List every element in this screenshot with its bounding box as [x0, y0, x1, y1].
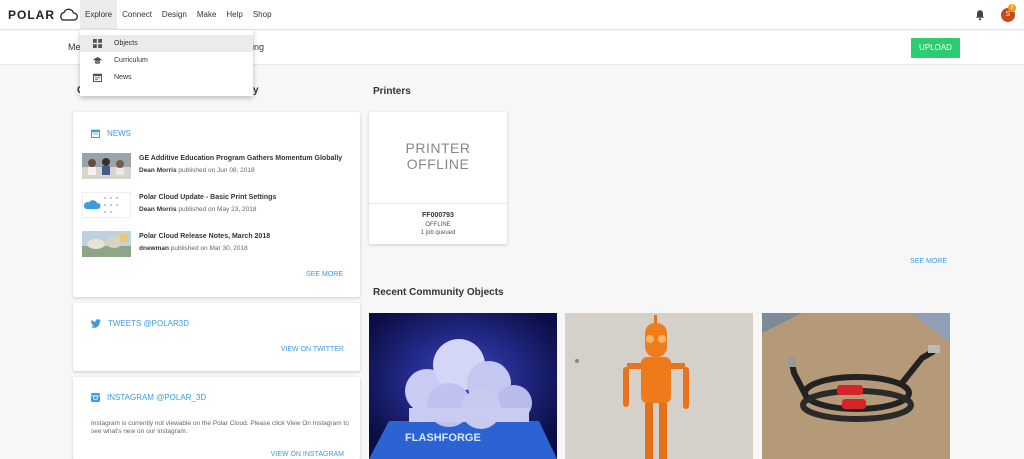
top-navbar: POLAR Explore Connect Design Make Help S… [0, 0, 1024, 30]
calendar-icon [91, 129, 100, 138]
news-date: published on Jun 08, 2018 [176, 167, 255, 174]
printer-preview: PRINTER OFFLINE [369, 112, 507, 204]
news-heading-label: NEWS [107, 129, 131, 138]
explore-dropdown: Objects Curriculum News [80, 30, 253, 96]
upload-button[interactable]: UPLOAD [911, 38, 960, 58]
news-item[interactable]: GE Additive Education Program Gathers Mo… [82, 153, 362, 179]
menu-help[interactable]: Help [221, 0, 247, 30]
printer-status: OFFLINE [425, 222, 451, 228]
printers-see-more-link[interactable]: SEE MORE [880, 258, 947, 265]
community-object-clouds[interactable]: FLASHFORGE [369, 313, 557, 459]
twitter-icon [91, 319, 101, 328]
grid-icon [93, 39, 102, 48]
graduation-cap-icon [93, 57, 102, 64]
news-item[interactable]: Polar Cloud Release Notes, March 2018 dn… [82, 231, 362, 257]
tweets-heading[interactable]: TWEETS @POLAR3D [91, 319, 189, 328]
printers-title: Printers [373, 86, 411, 97]
news-item[interactable]: Polar Cloud Update - Basic Print Setting… [82, 192, 362, 218]
printer-offline-banner: PRINTER OFFLINE [369, 140, 507, 172]
menu-design[interactable]: Design [157, 0, 192, 30]
news-title[interactable]: Polar Cloud Release Notes, March 2018 [139, 233, 270, 240]
news-card: NEWS GE Additive Education Program Gathe… [73, 112, 360, 297]
printer-jobs: 1 job queued [420, 230, 456, 236]
cloud-icon [60, 8, 78, 21]
news-title[interactable]: GE Additive Education Program Gathers Mo… [139, 155, 342, 162]
bell-icon[interactable] [974, 9, 986, 21]
view-on-instagram-link[interactable]: VIEW ON INSTAGRAM [233, 451, 344, 458]
news-thumbnail-students [82, 153, 131, 179]
dropdown-item-objects[interactable]: Objects [80, 35, 253, 52]
instagram-heading[interactable]: INSTAGRAM @POLAR_3D [91, 393, 206, 402]
dropdown-item-curriculum[interactable]: Curriculum [80, 52, 253, 69]
menu-shop[interactable]: Shop [248, 0, 277, 30]
sub-tab-partial-left[interactable]: Me [68, 42, 81, 52]
title-partial-tail: y [253, 85, 259, 96]
sub-tab-partial-right[interactable]: ing [252, 42, 264, 52]
news-heading[interactable]: NEWS [91, 129, 131, 138]
news-thumbnail-cloud-settings [82, 192, 131, 218]
news-date: published on May 23, 2018 [176, 206, 257, 213]
instagram-notice-text: Instagram is currently not viewable on t… [91, 420, 349, 435]
dropdown-item-news[interactable]: News [80, 69, 253, 86]
left-column-title-tail: y [253, 85, 259, 96]
news-author[interactable]: Dean Morris [139, 167, 177, 174]
logo-text: POLAR [8, 8, 55, 22]
news-see-more-link[interactable]: SEE MORE [273, 271, 343, 278]
object-image-orange-robot [565, 313, 753, 459]
news-title[interactable]: Polar Cloud Update - Basic Print Setting… [139, 194, 276, 201]
community-title: Recent Community Objects [373, 287, 504, 298]
offline-line-2: OFFLINE [406, 156, 470, 172]
community-object-robot[interactable] [565, 313, 753, 459]
instagram-heading-label: INSTAGRAM @POLAR_3D [107, 393, 207, 402]
dropdown-label-curriculum: Curriculum [114, 57, 148, 64]
community-object-cable[interactable] [762, 313, 950, 459]
printer-name: FF000793 [422, 212, 454, 219]
news-date: published on Mar 30, 2018 [168, 245, 248, 252]
dropdown-label-objects: Objects [114, 40, 138, 47]
news-author[interactable]: Dean Morris [139, 206, 177, 213]
view-on-twitter-link[interactable]: VIEW ON TWITTER [243, 346, 344, 353]
flashforge-text: FLASHFORGE [405, 432, 481, 444]
news-author[interactable]: dnewman [139, 245, 169, 252]
menu-explore[interactable]: Explore [80, 0, 118, 30]
instagram-card: INSTAGRAM @POLAR_3D Instagram is current… [73, 377, 360, 459]
news-meta: dnewman published on Mar 30, 2018 [139, 245, 248, 252]
tweets-card: TWEETS @POLAR3D VIEW ON TWITTER [73, 303, 360, 371]
polar-logo[interactable]: POLAR [8, 7, 78, 23]
dropdown-label-news: News [114, 74, 132, 81]
offline-line-1: PRINTER [405, 140, 471, 156]
instagram-icon [91, 393, 100, 402]
printer-card[interactable]: PRINTER OFFLINE FF000793 OFFLINE 1 job q… [369, 112, 507, 244]
news-meta: Dean Morris published on Jun 08, 2018 [139, 167, 255, 174]
menu-connect[interactable]: Connect [117, 0, 157, 30]
main-menu: Explore Connect Design Make Help Shop [80, 0, 277, 30]
object-image-cloud-print: FLASHFORGE [369, 313, 557, 459]
news-thumbnail-release-notes [82, 231, 131, 257]
notification-badge: 2 [1008, 4, 1016, 12]
calendar-icon [93, 73, 102, 82]
menu-make[interactable]: Make [192, 0, 222, 30]
tweets-heading-label: TWEETS @POLAR3D [108, 319, 190, 328]
news-meta: Dean Morris published on May 23, 2018 [139, 206, 256, 213]
object-image-usb-cable [762, 313, 950, 459]
